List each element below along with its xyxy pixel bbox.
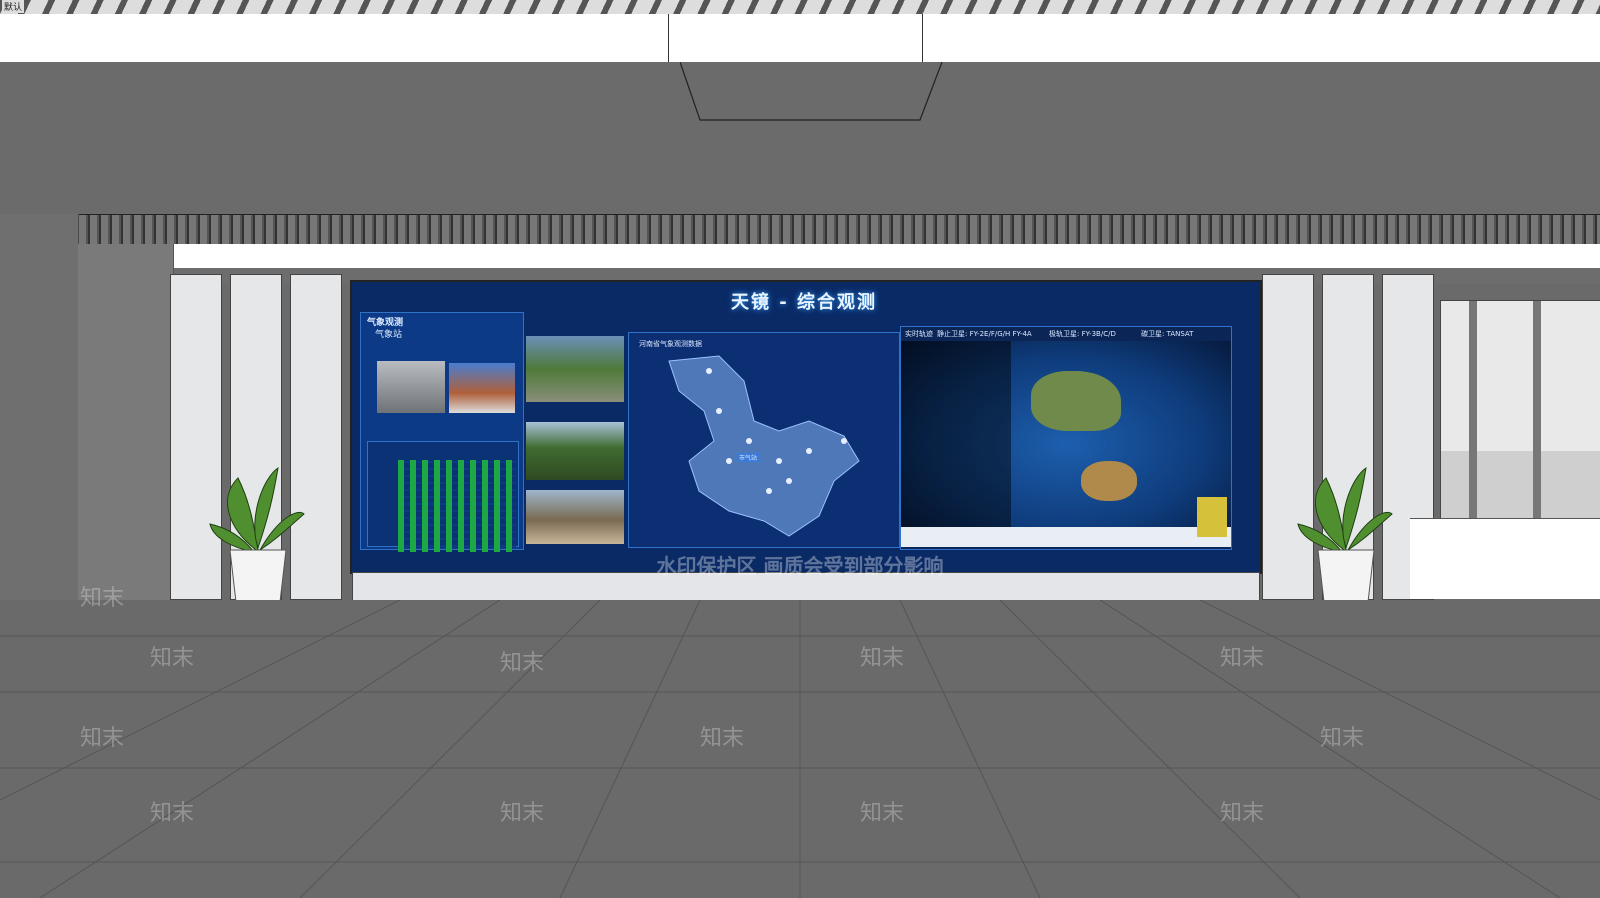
watermark-tile: 知末 (150, 646, 195, 671)
ceiling-seam (922, 14, 923, 62)
coverage-zone (1197, 497, 1227, 537)
ceiling-light-trough (680, 62, 943, 121)
watermark-tile: 知末 (1320, 726, 1365, 751)
geo-satellites: 静止卫星: FY-2E/F/G/H FY-4A (937, 330, 1032, 338)
map-marker-label: 市气站 (737, 453, 760, 462)
window-mullion (1469, 301, 1477, 519)
watermark-tile: 知末 (1220, 801, 1265, 826)
asia-landmass (1031, 371, 1121, 431)
window-mullion (1533, 301, 1541, 519)
province-map-panel: 河南省气象观测数据 市气站 (628, 332, 900, 548)
watermark-tile: 知末 (1220, 646, 1265, 671)
station-status-grid (367, 441, 519, 552)
watermark-tile: 知末 (80, 726, 125, 751)
weather-observation-panel: 气象观测 气象站 (360, 312, 524, 552)
ceiling-seam (668, 14, 669, 62)
satellite-tracking-panel: 实时轨迹 静止卫星: FY-2E/F/G/H FY-4A 极轨卫星: FY-3B… (900, 326, 1232, 550)
potted-plant-left (209, 466, 305, 603)
watermark-tile: 知末 (860, 646, 905, 671)
watermark-banner: 水印保护区 画质会受到部分影响 (656, 554, 944, 578)
screen-title: 天镜 - 综合观测 (730, 292, 877, 313)
display-screen: 天镜 - 综合观测 气象观测 气象站 河南省气象观测数据 市气站 实时轨迹 静止… (350, 280, 1262, 574)
watermark-tile: 知末 (80, 586, 125, 611)
watermark-tile: 知末 (700, 726, 745, 751)
polar-satellites: 极轨卫星: FY-3B/C/D (1049, 330, 1116, 338)
antarctica (901, 527, 1231, 547)
window (1440, 300, 1600, 520)
world-map (901, 341, 1231, 547)
australia-landmass (1081, 461, 1137, 501)
watermark-tile: 知末 (500, 651, 545, 676)
site-photo (526, 490, 624, 544)
left-wall-recess (78, 244, 174, 614)
night-shadow (901, 341, 1011, 547)
forest-photo (526, 422, 624, 480)
right-lower-wall (1410, 518, 1600, 599)
ceiling-white-band (0, 14, 1600, 63)
status-bars (398, 460, 516, 552)
left-wall (0, 214, 79, 634)
station-photo (377, 361, 445, 413)
showroom-scene: 天镜 - 综合观测 气象观测 气象站 河南省气象观测数据 市气站 实时轨迹 静止… (0, 0, 1600, 898)
satellite-heading: 实时轨迹 (905, 330, 933, 338)
map-heading: 河南省气象观测数据 (639, 340, 702, 348)
panel-subheading: 气象站 (375, 330, 403, 340)
watermark-tile: 知末 (500, 801, 545, 826)
other-satellites: 碳卫星: TANSAT (1141, 330, 1194, 338)
ceiling-beam (132, 244, 1600, 269)
ceiling-slats-top (0, 0, 1600, 14)
watermark-tile: 知末 (860, 801, 905, 826)
aerial-photo (526, 336, 624, 402)
potted-plant-right (1297, 466, 1393, 603)
corner-tag: 默认 (2, 0, 25, 13)
province-map (668, 355, 860, 537)
station-photo (449, 363, 515, 413)
ceiling-grille (0, 214, 1600, 245)
window-lower-glass (1441, 451, 1600, 519)
watermark-tile: 知末 (150, 801, 195, 826)
